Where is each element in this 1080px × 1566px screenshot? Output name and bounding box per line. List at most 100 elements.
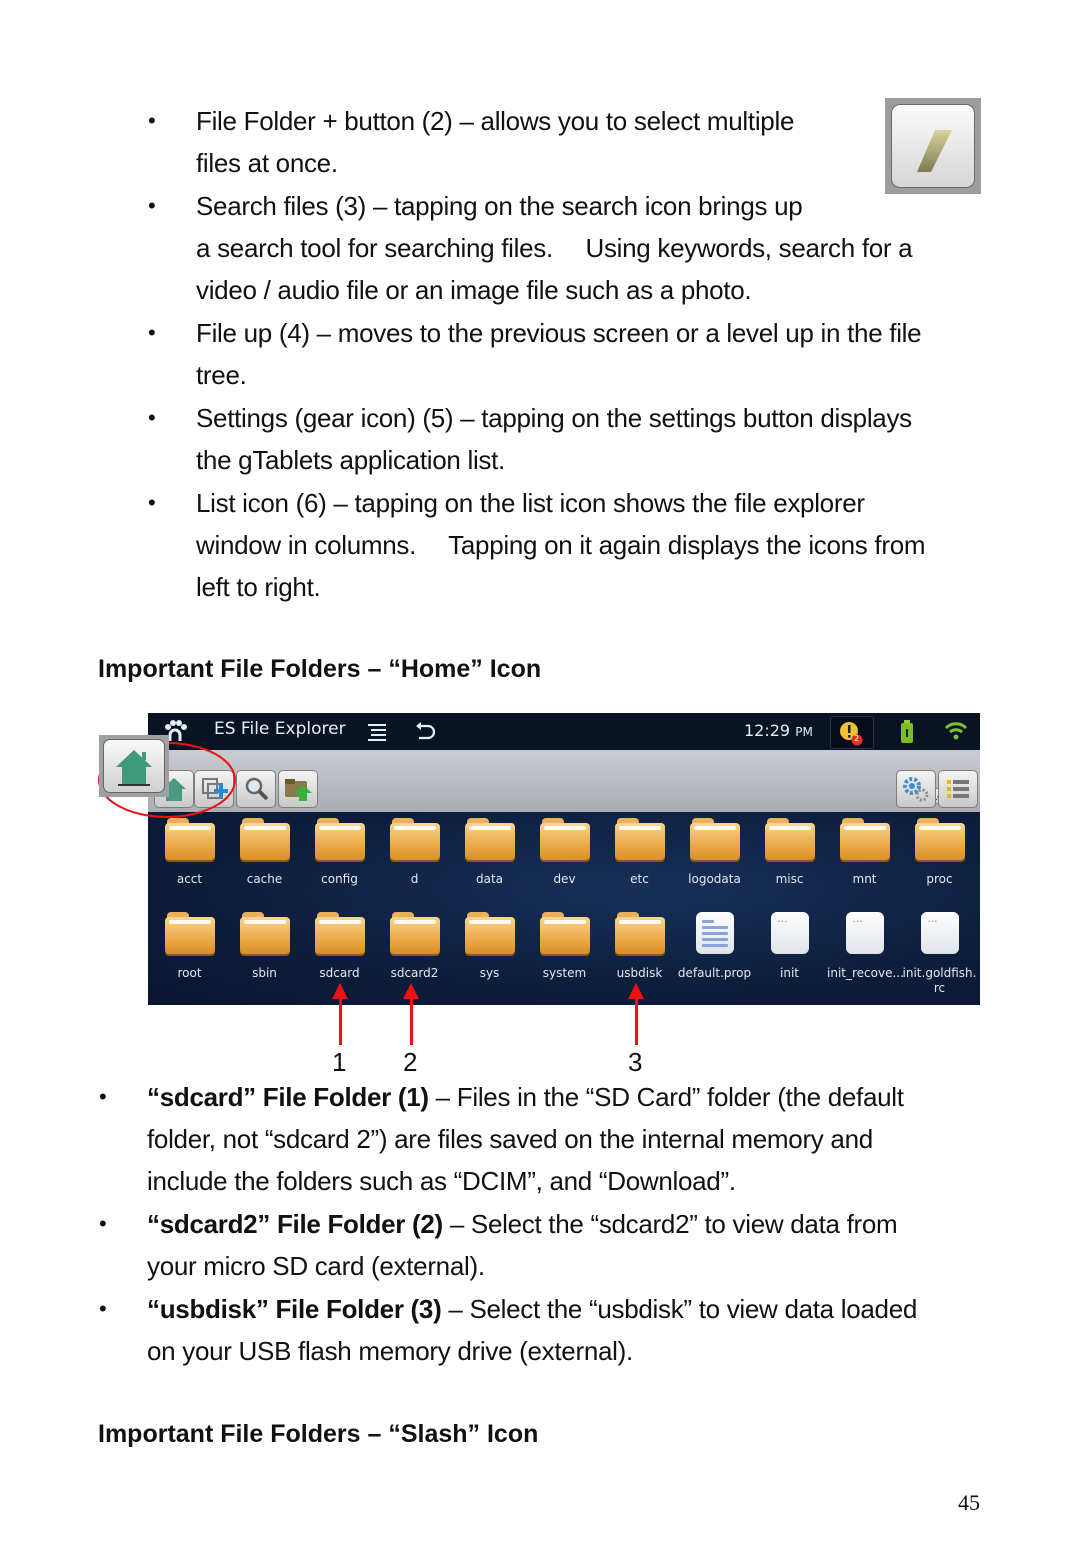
item-label: sys	[479, 966, 500, 980]
folder-item[interactable]: d	[377, 818, 452, 887]
clock: 12:29 PM	[744, 721, 813, 740]
bullet-marker: •	[148, 490, 156, 515]
folder-item[interactable]: sdcard	[302, 912, 377, 981]
folder-label: mnt	[852, 872, 877, 886]
text-file-icon	[690, 912, 740, 954]
settings-button[interactable]	[896, 770, 936, 808]
folder-item[interactable]: system	[527, 912, 602, 981]
file-item[interactable]: … init_recove...	[827, 912, 904, 981]
folder-icon	[464, 912, 515, 954]
folder-icon	[539, 818, 590, 860]
intro-bullet-line: a search tool for searching files. Using…	[196, 233, 913, 263]
slash-button-image	[885, 98, 981, 194]
folder-bullet-text: – Select the “usbdisk” to view data load…	[441, 1294, 918, 1324]
folder-item[interactable]: mnt	[827, 818, 902, 887]
folder-bullet-title: “sdcard” File Folder (1)	[147, 1082, 429, 1112]
section-heading-home: Important File Folders – “Home” Icon	[98, 655, 542, 683]
folder-bullet-text: – Select the “sdcard2” to view data from	[442, 1209, 898, 1239]
folder-item[interactable]: usbdisk	[602, 912, 677, 981]
folder-bullet-first-line: “sdcard” File Folder (1) – Files in the …	[147, 1076, 904, 1118]
folder-icon	[314, 912, 365, 954]
item-label: init.goldfish. rc	[902, 966, 977, 995]
folder-icon	[239, 818, 290, 860]
folder-icon	[689, 818, 740, 860]
back-icon[interactable]	[415, 722, 435, 742]
folder-item[interactable]: acct	[152, 818, 227, 887]
folder-item[interactable]: cache	[227, 818, 302, 887]
folder-bullet-line: folder, not “sdcard 2”) are files saved …	[147, 1124, 873, 1154]
folder-label: misc	[775, 872, 804, 886]
folder-icon	[314, 818, 365, 860]
folder-item[interactable]: dev	[527, 818, 602, 887]
item-label: sbin	[252, 966, 277, 980]
folder-item[interactable]: misc	[752, 818, 827, 887]
es-file-explorer-screenshot: ES File Explorer 12:29 PM 2 acct cache c…	[148, 713, 980, 1005]
folder-bullet-line: on your USB flash memory drive (external…	[147, 1336, 633, 1366]
folder-bullet-first-line: “sdcard2” File Folder (2) – Select the “…	[147, 1203, 898, 1245]
item-label: sdcard2	[390, 966, 439, 980]
folder-icon	[614, 912, 665, 954]
folder-bullet-line: your micro SD card (external).	[147, 1251, 485, 1281]
intro-bullet-line: video / audio file or an image file such…	[196, 275, 752, 305]
page-number: 45	[958, 1490, 980, 1515]
folder-item[interactable]: proc	[902, 818, 977, 887]
file-item[interactable]: … init.goldfish. rc	[902, 912, 977, 996]
file-item[interactable]: default.prop	[677, 912, 752, 981]
folder-bullet-title: “usbdisk” File Folder (3)	[147, 1294, 442, 1324]
clock-ampm: PM	[795, 725, 813, 739]
menu-icon[interactable]	[368, 723, 386, 741]
item-label: system	[542, 966, 587, 980]
folder-item[interactable]: logodata	[677, 818, 752, 887]
folder-item[interactable]: sys	[452, 912, 527, 981]
intro-bullet-line: Search files (3) – tapping on the search…	[196, 191, 803, 221]
folder-label: cache	[246, 872, 283, 886]
clock-time: 12:29	[744, 721, 791, 740]
folder-label: acct	[176, 872, 203, 886]
notification-count: 2	[854, 734, 860, 743]
arrow-line	[339, 997, 342, 1045]
folder-icon	[164, 818, 215, 860]
folder-item[interactable]: config	[302, 818, 377, 887]
wifi-icon	[944, 722, 968, 740]
folder-icon	[389, 818, 440, 860]
folder-item[interactable]: root	[152, 912, 227, 981]
list-view-icon	[947, 780, 969, 798]
folder-bullet-title: “sdcard2” File Folder (2)	[147, 1209, 443, 1239]
folder-label: proc	[926, 872, 953, 886]
bullet-marker: •	[99, 1211, 107, 1236]
folder-up-icon	[285, 779, 312, 801]
folder-item[interactable]: etc	[602, 818, 677, 887]
file-icon: …	[765, 912, 815, 954]
folder-label: data	[475, 872, 504, 886]
file-icon: …	[915, 912, 965, 954]
item-label: init_recove...	[827, 966, 904, 980]
folder-item[interactable]: data	[452, 818, 527, 887]
list-view-button[interactable]	[938, 770, 978, 808]
bullet-marker: •	[148, 108, 156, 133]
folder-up-button[interactable]	[278, 770, 318, 808]
intro-bullet-line: the gTablets application list.	[196, 445, 505, 475]
app-title: ES File Explorer	[214, 719, 346, 739]
notification-button[interactable]: 2	[830, 716, 874, 749]
arrow-line	[635, 997, 638, 1045]
folder-label: d	[410, 872, 419, 886]
callout-number: 3	[628, 1047, 643, 1077]
folder-bullet-first-line: “usbdisk” File Folder (3) – Select the “…	[147, 1288, 917, 1330]
folder-label: etc	[630, 872, 649, 886]
folder-icon	[764, 818, 815, 860]
bullet-marker: •	[148, 320, 156, 345]
intro-bullet-line: window in columns. Tapping on it again d…	[196, 530, 926, 560]
folder-icon	[239, 912, 290, 954]
folder-icon	[164, 912, 215, 954]
intro-bullet-line: files at once.	[196, 148, 338, 178]
file-grid: acct cache config d data dev etc logodata misc mn…	[148, 812, 980, 1005]
section-heading-slash: Important File Folders – “Slash” Icon	[98, 1420, 539, 1448]
home-icon	[116, 750, 152, 786]
alert-icon	[840, 722, 863, 746]
folder-item[interactable]: sdcard2	[377, 912, 452, 981]
home-callout-image	[99, 735, 169, 797]
file-item[interactable]: … init	[752, 912, 827, 981]
folder-item[interactable]: sbin	[227, 912, 302, 981]
folder-icon	[389, 912, 440, 954]
arrow-line	[410, 997, 413, 1045]
